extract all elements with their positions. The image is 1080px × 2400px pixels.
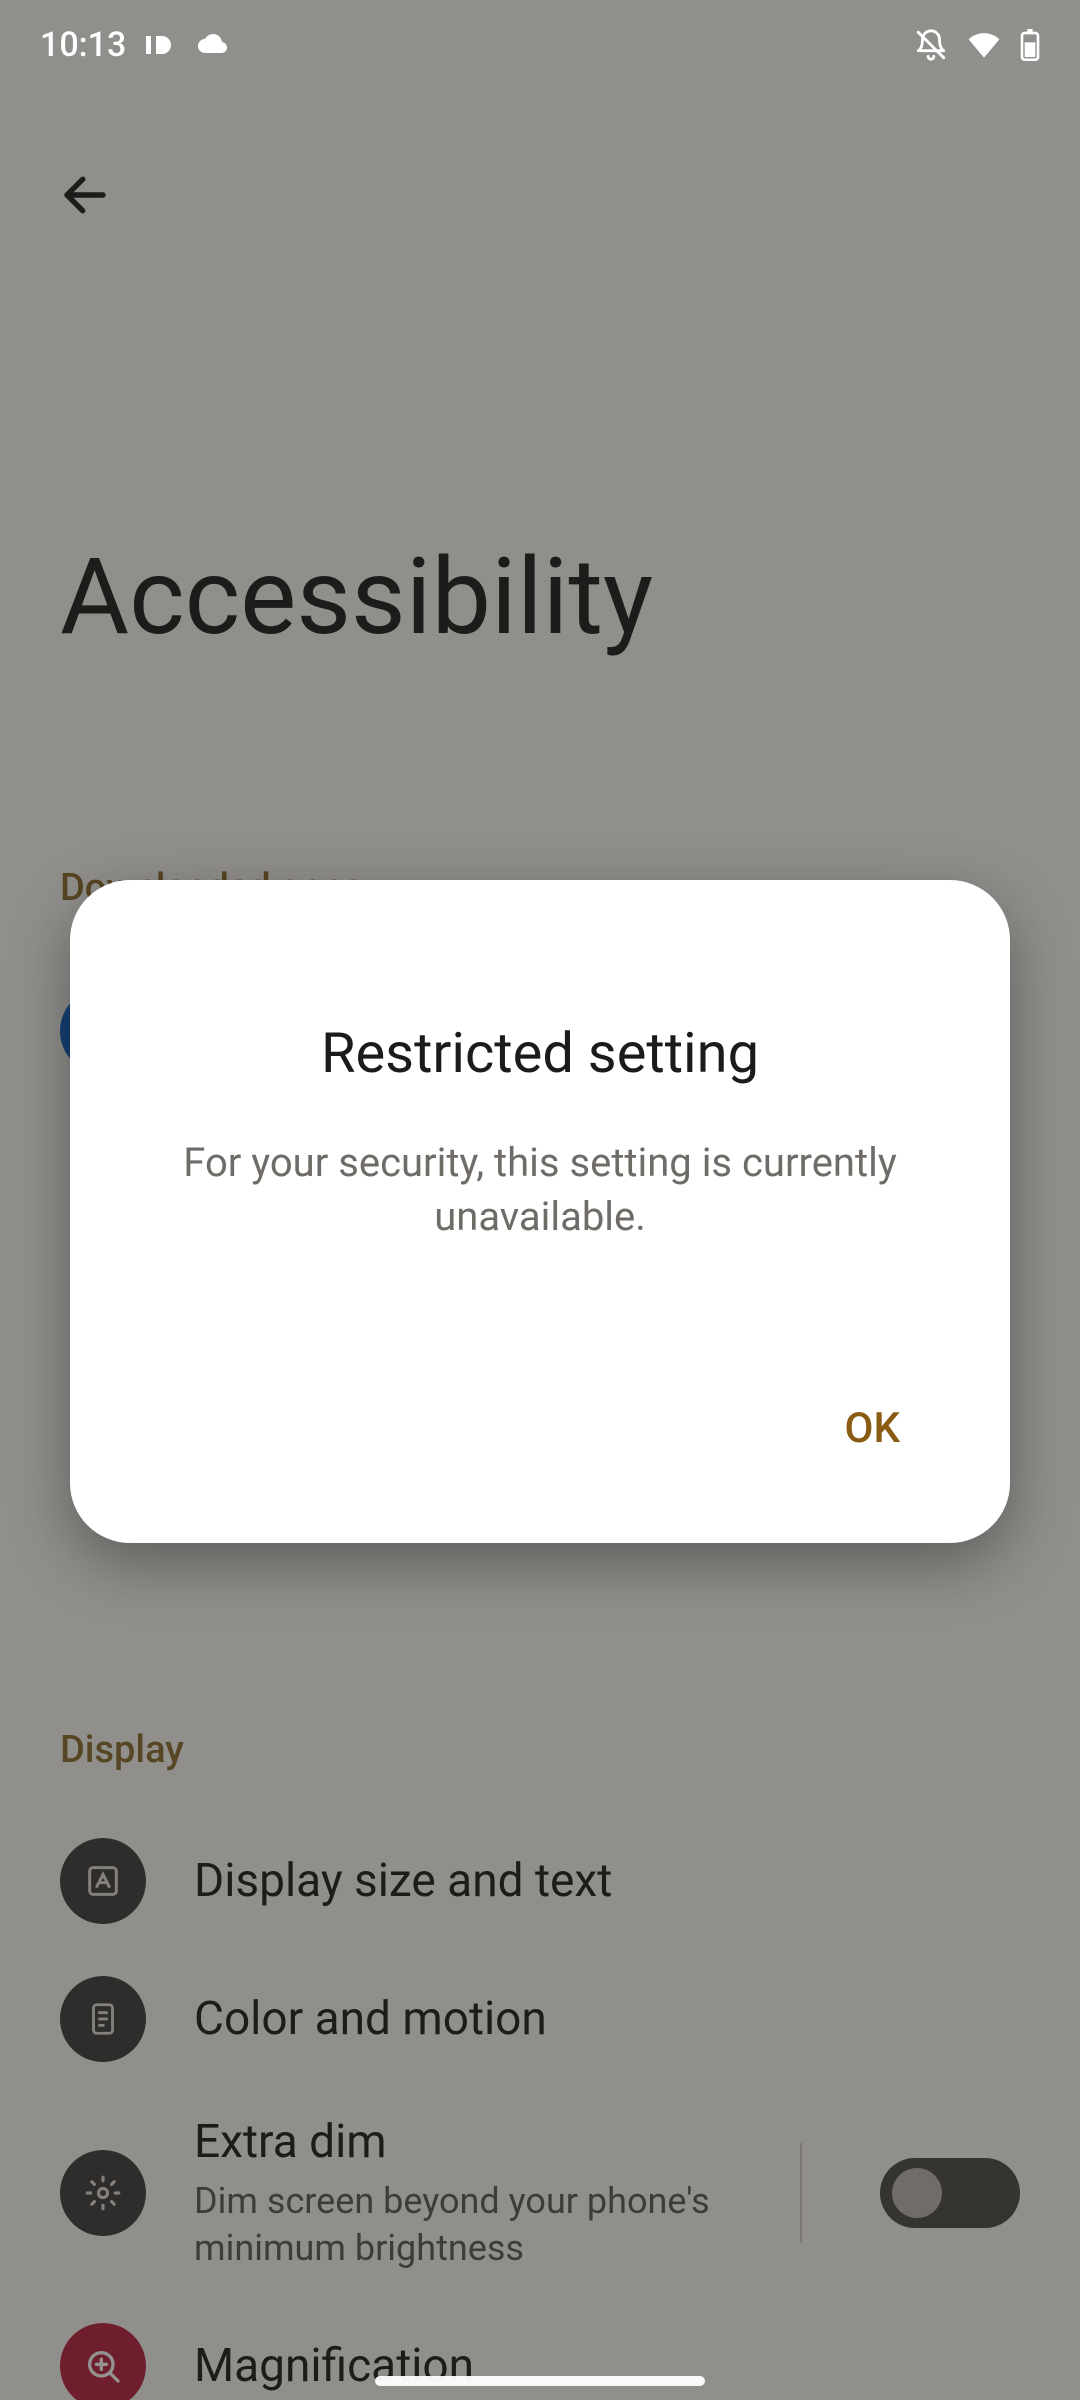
dialog-body: For your security, this setting is curre…: [140, 1136, 940, 1244]
status-time: 10:13: [40, 25, 126, 65]
wifi-icon: [966, 31, 1002, 59]
id-indicator-icon: [144, 33, 176, 57]
dialog-title: Restricted setting: [140, 1020, 940, 1086]
dnd-off-icon: [914, 28, 948, 62]
status-bar: 10:13: [0, 0, 1080, 90]
battery-icon: [1020, 29, 1040, 61]
gesture-nav-bar[interactable]: [375, 2376, 705, 2386]
dialog-ok-button[interactable]: OK: [805, 1384, 940, 1473]
restricted-setting-dialog: Restricted setting For your security, th…: [70, 880, 1010, 1543]
cloud-icon: [194, 33, 230, 57]
